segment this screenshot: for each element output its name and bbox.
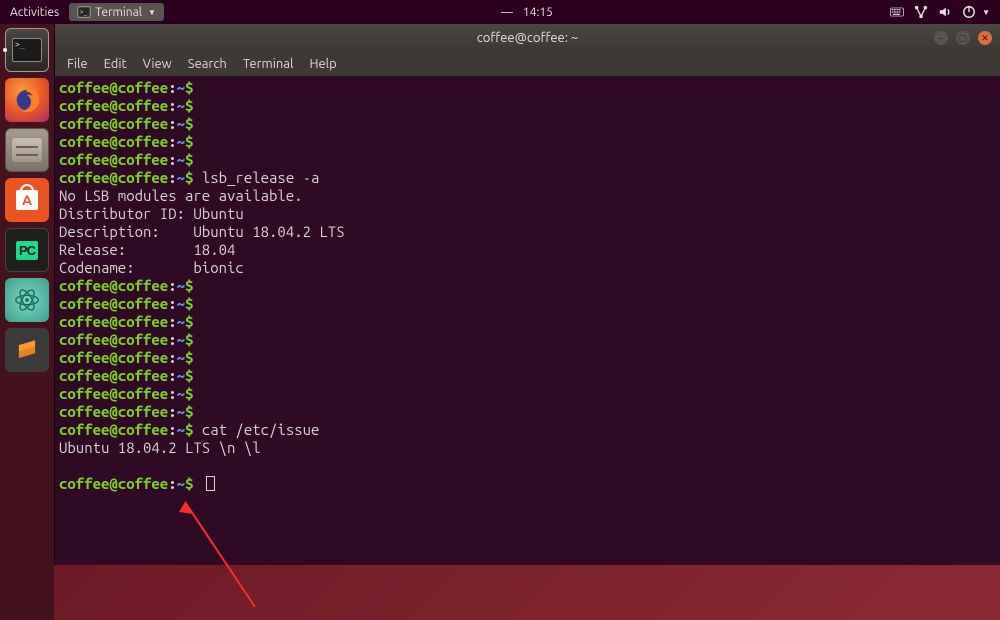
firefox-icon [12, 85, 42, 115]
menu-file[interactable]: File [61, 55, 94, 73]
window-titlebar[interactable]: coffee@coffee: ~ – ▢ ✕ [55, 24, 1000, 52]
ubuntu-dock: >_ A PC [0, 24, 54, 620]
cursor [206, 476, 215, 491]
terminal-menu-icon: >_ [77, 5, 91, 19]
dock-item-atom[interactable] [5, 278, 49, 322]
prompt-line: coffee@coffee:~$ [59, 115, 996, 133]
terminal-menubar: FileEditViewSearchTerminalHelp [55, 52, 1000, 76]
keyboard-indicator[interactable] [890, 5, 904, 19]
prompt-line: coffee@coffee:~$ [59, 277, 996, 295]
prompt-line: coffee@coffee:~$ [59, 367, 996, 385]
activities-button[interactable]: Activities [10, 6, 59, 19]
gnome-top-panel: Activities >_ Terminal ▼ — 14:15 ▼ [0, 0, 1000, 24]
menu-edit[interactable]: Edit [98, 55, 133, 73]
prompt-line: coffee@coffee:~$ [59, 403, 996, 421]
chevron-down-icon: ▼ [148, 8, 156, 17]
dock-item-terminal[interactable]: >_ [5, 28, 49, 72]
prompt-line: coffee@coffee:~$ cat /etc/issue [59, 421, 996, 439]
prompt-line: coffee@coffee:~$ [59, 349, 996, 367]
atom-icon [12, 285, 42, 315]
prompt-line: coffee@coffee:~$ [59, 133, 996, 151]
menu-terminal[interactable]: Terminal [237, 55, 300, 73]
dock-item-firefox[interactable] [5, 78, 49, 122]
dock-item-pycharm[interactable]: PC [5, 228, 49, 272]
terminal-window: coffee@coffee: ~ – ▢ ✕ FileEditViewSearc… [54, 24, 1000, 565]
dock-item-sublime[interactable] [5, 328, 49, 372]
prompt-line: coffee@coffee:~$ [59, 151, 996, 169]
window-title: coffee@coffee: ~ [477, 31, 579, 45]
prompt-line: coffee@coffee:~$ [59, 97, 996, 115]
prompt-line: coffee@coffee:~$ [59, 385, 996, 403]
prompt-line: coffee@coffee:~$ lsb_release -a [59, 169, 996, 187]
prompt-line: coffee@coffee:~$ [59, 295, 996, 313]
prompt-line: coffee@coffee:~$ [59, 79, 996, 97]
window-minimize-button[interactable]: – [934, 31, 948, 45]
dock-item-files[interactable] [5, 128, 49, 172]
terminal-output[interactable]: coffee@coffee:~$ coffee@coffee:~$ coffee… [55, 76, 1000, 565]
dock-item-software[interactable]: A [5, 178, 49, 222]
prompt-line: coffee@coffee:~$ [59, 475, 996, 493]
running-pip [3, 48, 7, 52]
menu-view[interactable]: View [137, 55, 178, 73]
svg-text:>_: >_ [80, 8, 88, 16]
window-maximize-button[interactable]: ▢ [956, 31, 970, 45]
prompt-line: coffee@coffee:~$ [59, 313, 996, 331]
menu-help[interactable]: Help [303, 55, 342, 73]
window-close-button[interactable]: ✕ [978, 31, 992, 45]
power-indicator[interactable]: ▼ [962, 5, 990, 19]
sublime-icon [14, 337, 40, 363]
chevron-down-icon: ▼ [982, 8, 990, 17]
app-menu[interactable]: >_ Terminal ▼ [69, 3, 164, 21]
network-indicator[interactable] [914, 5, 928, 19]
volume-indicator[interactable] [938, 5, 952, 19]
menu-search[interactable]: Search [182, 55, 233, 73]
app-menu-label: Terminal [95, 6, 142, 19]
prompt-line: coffee@coffee:~$ [59, 331, 996, 349]
clock-time: 14:15 [523, 6, 553, 19]
clock[interactable]: — 14:15 [501, 6, 553, 19]
